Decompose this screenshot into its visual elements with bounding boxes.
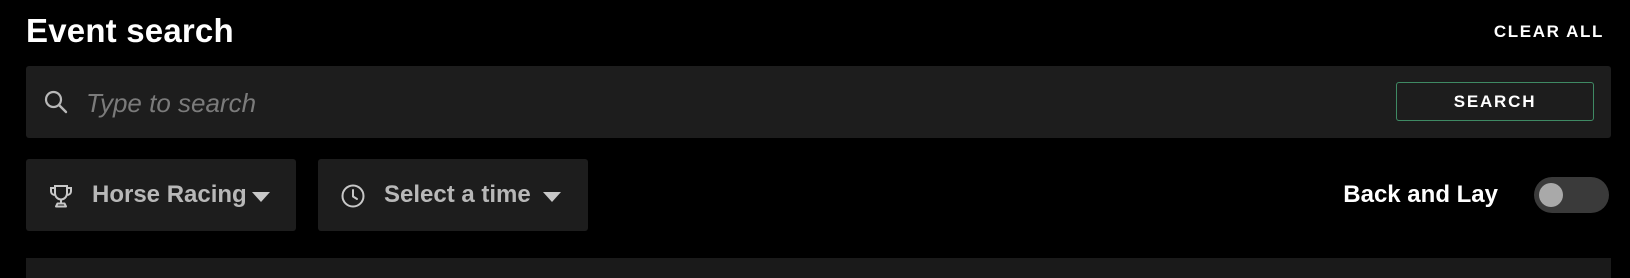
clear-all-button[interactable]: CLEAR ALL	[1486, 18, 1612, 46]
toggle-knob	[1539, 183, 1563, 207]
search-button[interactable]: SEARCH	[1396, 82, 1594, 121]
trophy-icon	[48, 183, 74, 209]
time-dropdown[interactable]: Select a time	[318, 159, 588, 231]
chevron-down-icon	[543, 192, 561, 202]
clock-icon	[340, 183, 366, 209]
chevron-down-icon	[252, 192, 270, 202]
sport-dropdown-label: Horse Racing	[92, 181, 247, 208]
back-and-lay-toggle[interactable]	[1534, 177, 1609, 213]
back-and-lay-label: Back and Lay	[1343, 181, 1498, 208]
search-input[interactable]	[84, 80, 1388, 126]
results-panel	[26, 258, 1611, 278]
sport-dropdown[interactable]: Horse Racing	[26, 159, 296, 231]
time-dropdown-label: Select a time	[384, 181, 531, 208]
page-title: Event search	[26, 12, 234, 49]
search-icon	[42, 88, 70, 116]
search-bar: SEARCH	[26, 66, 1611, 138]
